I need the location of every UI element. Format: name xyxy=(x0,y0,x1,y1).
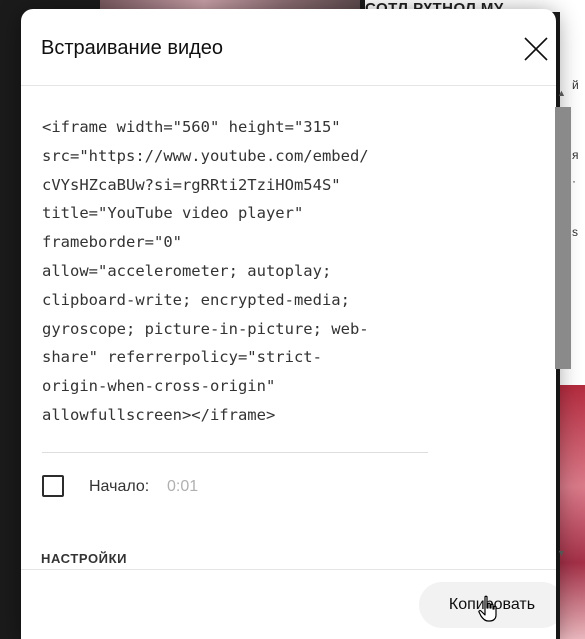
background-text-fragment: s xyxy=(572,225,578,239)
start-time-label: Начало: xyxy=(89,478,150,495)
background-text-fragment: я xyxy=(572,148,579,162)
settings-header: НАСТРОЙКИ xyxy=(41,551,128,566)
background-thumbnail xyxy=(560,385,585,639)
embed-code-text[interactable]: <iframe width="560" height="315" src="ht… xyxy=(42,113,432,430)
background-text-fragment: · xyxy=(572,174,576,188)
copy-button[interactable]: Копировать xyxy=(419,582,556,628)
start-time-value[interactable]: 0:01 xyxy=(167,478,198,496)
embed-video-dialog: Встраивание видео <iframe width="560" he… xyxy=(21,9,556,639)
scroll-up-arrow-icon[interactable]: ▲ xyxy=(557,88,566,98)
dialog-footer: Копировать xyxy=(21,569,556,639)
dialog-header: Встраивание видео xyxy=(21,9,556,86)
close-icon xyxy=(524,37,548,61)
start-time-checkbox[interactable] xyxy=(42,475,64,497)
scroll-down-arrow-icon[interactable]: ▼ xyxy=(557,548,566,558)
code-field-underline xyxy=(42,452,428,453)
scrollbar-thumb[interactable] xyxy=(555,107,571,369)
dialog-title: Встраивание видео xyxy=(41,37,224,59)
background-text-fragment: й xyxy=(572,78,579,92)
close-button[interactable] xyxy=(518,31,554,67)
dialog-content[interactable]: <iframe width="560" height="315" src="ht… xyxy=(21,86,556,569)
